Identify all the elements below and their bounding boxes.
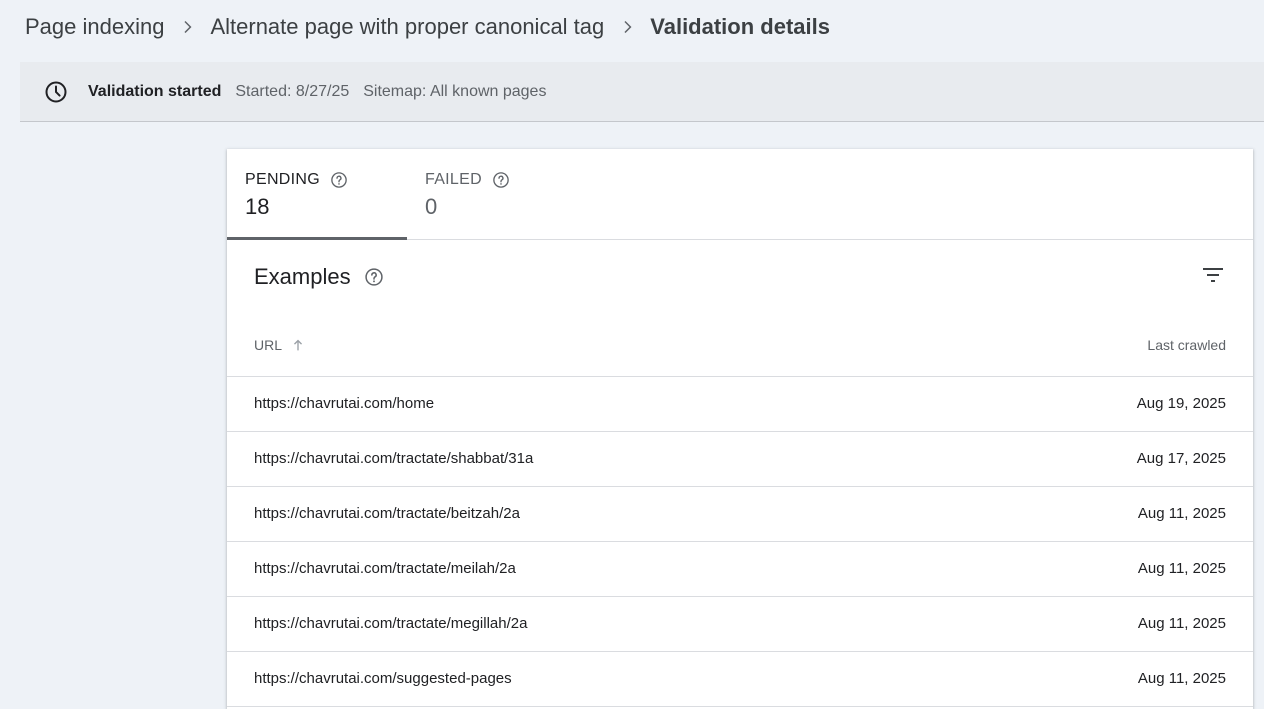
tab-failed[interactable]: FAILED 0 — [407, 149, 587, 239]
row-url: https://chavrutai.com/suggested-pages — [254, 670, 512, 687]
examples-header: Examples — [227, 240, 1253, 310]
table-row[interactable]: https://chavrutai.com/tractate/shabbat/3… — [227, 432, 1253, 487]
validation-banner: Validation started Started: 8/27/25 Site… — [20, 62, 1264, 122]
row-url: https://chavrutai.com/tractate/meilah/2a — [254, 560, 516, 577]
chevron-right-icon — [164, 18, 210, 36]
page-title: Validation details — [650, 14, 830, 39]
row-url: https://chavrutai.com/tractate/shabbat/3… — [254, 450, 534, 467]
row-last-crawled: Aug 11, 2025 — [1137, 615, 1226, 632]
help-icon[interactable] — [492, 171, 510, 189]
table-row[interactable]: https://chavrutai.com/tractate/megillah/… — [227, 597, 1253, 652]
status-tabs: PENDING 18 FAILED 0 — [227, 149, 1253, 240]
validation-started-date: Started: 8/27/25 — [235, 82, 350, 100]
tab-pending-count: 18 — [245, 194, 270, 219]
chevron-right-icon — [604, 18, 650, 36]
row-last-crawled: Aug 11, 2025 — [1137, 670, 1226, 687]
tab-failed-label: FAILED — [425, 171, 482, 188]
filter-icon[interactable] — [1200, 262, 1226, 288]
help-icon[interactable] — [364, 267, 384, 287]
validation-card: PENDING 18 FAILED 0 Examples URL Last cr… — [227, 149, 1253, 709]
help-icon[interactable] — [330, 171, 348, 189]
row-url: https://chavrutai.com/tractate/megillah/… — [254, 615, 528, 632]
breadcrumb: Page indexing Alternate page with proper… — [25, 14, 830, 40]
table-row[interactable]: https://chavrutai.com/tractate/beitzah/2… — [227, 487, 1253, 542]
breadcrumb-page-indexing[interactable]: Page indexing — [25, 14, 164, 40]
row-url: https://chavrutai.com/home — [254, 395, 435, 412]
tab-pending[interactable]: PENDING 18 — [227, 149, 407, 240]
row-url: https://chavrutai.com/tractate/beitzah/2… — [254, 505, 520, 522]
tab-pending-label: PENDING — [245, 171, 320, 188]
validation-status: Validation started — [88, 82, 222, 100]
table-row[interactable]: https://chavrutai.com/suggested-pages Au… — [227, 652, 1253, 707]
column-url-label: URL — [254, 337, 283, 353]
column-header-url[interactable]: URL — [254, 337, 306, 353]
row-last-crawled: Aug 11, 2025 — [1137, 560, 1226, 577]
table-row[interactable]: https://chavrutai.com/tractate/meilah/2a… — [227, 542, 1253, 597]
clock-icon — [44, 80, 68, 104]
tab-failed-count: 0 — [425, 194, 438, 219]
column-header-last-crawled[interactable]: Last crawled — [1147, 337, 1226, 353]
row-last-crawled: Aug 11, 2025 — [1137, 505, 1226, 522]
table-header: URL Last crawled — [227, 310, 1253, 377]
row-last-crawled: Aug 17, 2025 — [1136, 450, 1226, 467]
arrow-up-icon — [290, 337, 306, 353]
table-row[interactable]: https://chavrutai.com/home Aug 19, 2025 — [227, 377, 1253, 432]
examples-title: Examples — [254, 264, 351, 289]
validation-sitemap: Sitemap: All known pages — [363, 82, 547, 100]
breadcrumb-alternate-page[interactable]: Alternate page with proper canonical tag — [210, 14, 604, 40]
row-last-crawled: Aug 19, 2025 — [1136, 395, 1226, 412]
